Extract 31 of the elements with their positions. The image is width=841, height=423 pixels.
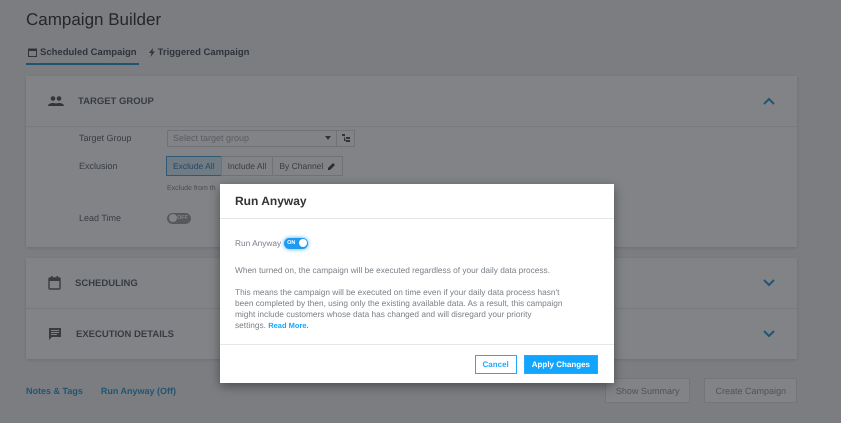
calendar-icon [48,276,61,290]
cancel-button[interactable]: Cancel [474,355,517,374]
footer-link[interactable]: Notes & Tags [26,386,83,396]
page-title: Campaign Builder [26,10,162,30]
footer-link[interactable]: Run Anyway (Off) [100,386,176,396]
chevron-up-icon[interactable] [763,97,775,105]
section-title: EXECUTION DETAILS [76,328,174,340]
field-label: Lead Time [79,213,122,223]
field-label: Exclusion [79,161,119,171]
apply-button[interactable]: Apply Changes [524,355,598,374]
tab[interactable]: Scheduled Campaign [26,45,139,65]
pencil-icon [328,162,336,170]
chat-icon [48,327,62,341]
exclusion-option[interactable]: Include All [220,156,274,176]
calendar-icon [28,48,37,57]
chevron-down-icon[interactable] [763,279,775,287]
chevron-down-icon[interactable] [763,330,775,338]
exclusion-option[interactable]: By Channel [272,156,344,176]
tree-icon [342,134,350,142]
tab[interactable]: Triggered Campaign [146,45,252,65]
caret-icon [325,136,331,140]
tree-button[interactable] [337,130,355,146]
modal-paragraph: When turned on, the campaign will be executed regardless of your daily data process. [235,265,551,276]
section-title: SCHEDULING [75,278,138,288]
field-label: Target Group [79,133,133,143]
exclusion-option[interactable]: Exclude All [166,156,222,176]
modal-title: Run Anyway [220,184,614,219]
toggle-label: Run Anyway [235,238,282,248]
section-title: TARGET GROUP [78,96,154,106]
people-icon [48,96,64,106]
bolt-icon [148,48,155,57]
